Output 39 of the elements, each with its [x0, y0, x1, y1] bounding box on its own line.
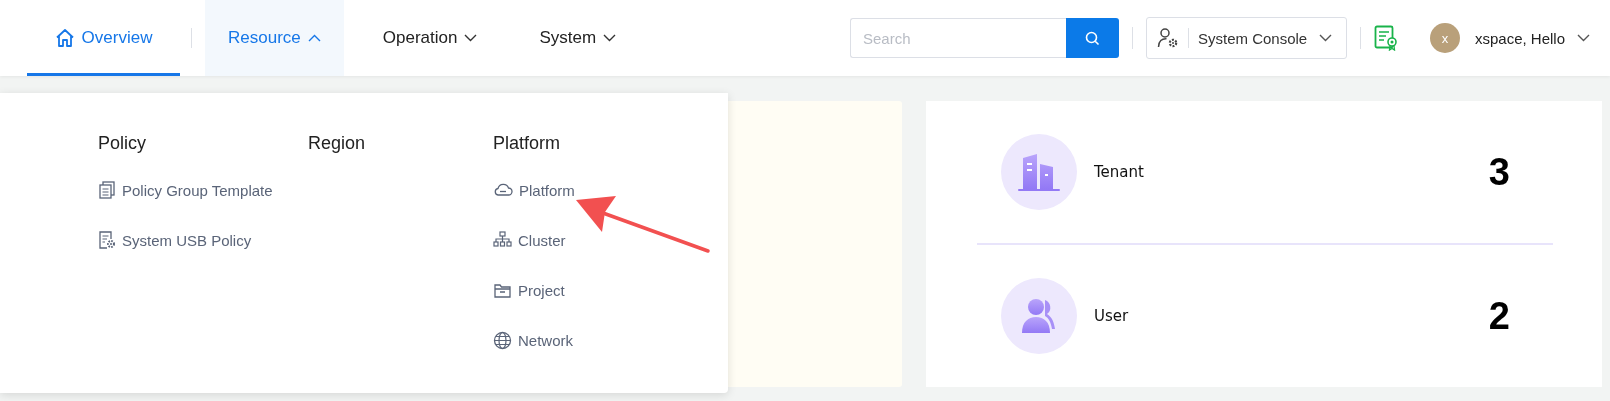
menu-item[interactable]: Cluster	[493, 226, 566, 254]
document-gear-icon	[98, 231, 116, 249]
nav-tab[interactable]: Overview	[27, 0, 180, 76]
caret-icon	[1318, 34, 1332, 42]
nav-tab[interactable]: System	[516, 0, 640, 76]
nav-tab[interactable]: Operation	[359, 0, 501, 76]
search-icon	[1084, 30, 1100, 46]
menu-item[interactable]: Policy Group Template	[98, 176, 273, 204]
user-menu[interactable]: x xspace, Hello	[1429, 23, 1590, 53]
search-field[interactable]: Search	[849, 18, 1066, 58]
menu-item[interactable]: Network	[493, 326, 573, 354]
caret-icon	[1577, 34, 1590, 42]
menu-group-title: Region	[308, 132, 366, 154]
caret-icon	[603, 34, 617, 42]
menu-group-title: Platform	[493, 132, 561, 154]
stat-value: 3	[1488, 150, 1510, 194]
stat-label: Tenant	[1094, 163, 1145, 181]
menu-item[interactable]: Project	[493, 276, 565, 304]
globe-icon	[493, 330, 512, 350]
certificate-icon[interactable]	[1373, 25, 1398, 51]
cloud-icon	[493, 182, 513, 198]
console-select[interactable]: System Console	[1145, 17, 1347, 59]
stat-label: User	[1094, 307, 1130, 325]
hierarchy-icon	[493, 231, 512, 249]
menu-group-title: Policy	[98, 132, 146, 154]
user-greeting: xspace, Hello	[1474, 29, 1565, 47]
nav-tab[interactable]: Resource	[205, 0, 344, 76]
document-icon	[98, 181, 116, 199]
caret-icon	[464, 34, 478, 42]
folder-icon	[493, 281, 512, 299]
avatar: x	[1429, 23, 1460, 53]
menu-item[interactable]: System USB Policy	[98, 226, 252, 254]
menu-item[interactable]: Platform	[493, 176, 575, 204]
home-icon	[54, 28, 75, 48]
stat-value: 2	[1488, 294, 1510, 338]
search-button[interactable]	[1065, 18, 1119, 58]
building-icon	[1017, 152, 1061, 192]
caret-icon	[307, 34, 321, 42]
user-gear-icon	[1156, 27, 1179, 49]
